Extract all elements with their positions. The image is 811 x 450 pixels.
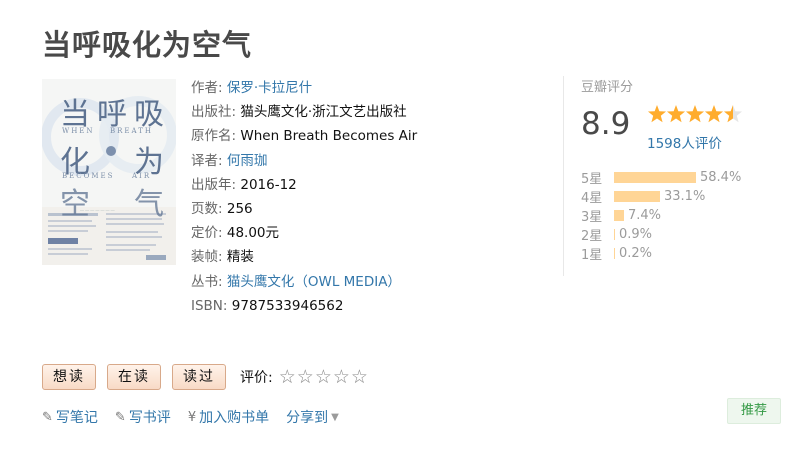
rating-panel: 豆瓣评分 8.9 1598人评价 5星 58.4% 4星 33.1% 3星 7.4% 2星 0… xyxy=(581,76,781,263)
info-value: 精装 xyxy=(226,249,254,266)
info-translator: 译者: 何雨珈 xyxy=(191,149,417,173)
rating-bar-percent: 33.1% xyxy=(664,189,706,204)
info-binding: 装帧: 精装 xyxy=(191,245,417,269)
share-label: 分享到 xyxy=(286,410,329,426)
have-read-button[interactable]: 读过 xyxy=(172,364,226,390)
write-note-label: 写笔记 xyxy=(55,410,98,426)
info-publish-year: 出版年: 2016-12 xyxy=(191,173,417,197)
rate-star-5-icon[interactable]: ☆ xyxy=(351,366,368,388)
rate-star-2-icon[interactable]: ☆ xyxy=(297,366,314,388)
add-to-cart-link[interactable]: ¥ 加入购书单 xyxy=(188,407,269,427)
info-price: 定价: 48.00元 xyxy=(191,221,417,245)
cover-title-chars: 当 呼 吸 化 为 空 气 WHEN BREATH BECOMES AIR xyxy=(42,79,176,265)
rating-bar-label: 4星 xyxy=(581,191,603,206)
write-review-link[interactable]: ✎ 写书评 xyxy=(115,407,171,427)
tool-bar: ✎ 写笔记 ✎ 写书评 ¥ 加入购书单 分享到 ▼ xyxy=(42,407,356,427)
star-icon xyxy=(704,105,724,123)
section-divider xyxy=(563,76,564,276)
info-label: ISBN: xyxy=(191,297,228,314)
pencil-icon: ✎ xyxy=(114,409,126,425)
rating-bar-row: 1星 0.2% xyxy=(581,244,741,263)
book-title: 当呼吸化为空气 xyxy=(42,28,253,62)
rating-bar xyxy=(614,248,615,259)
recommend-button[interactable]: 推荐 xyxy=(727,398,781,424)
rating-bar-percent: 58.4% xyxy=(700,170,742,185)
cover-char: 空 xyxy=(60,187,90,222)
rating-bar-label: 5星 xyxy=(581,172,603,187)
info-label: 出版社: xyxy=(191,104,237,121)
rating-stars-icon xyxy=(647,105,743,123)
rating-bar xyxy=(614,229,615,240)
rating-bar-row: 5星 58.4% xyxy=(581,168,741,187)
info-label: 页数: xyxy=(191,201,223,218)
rate-label: 评价: xyxy=(240,370,273,386)
info-value: When Breath Becomes Air xyxy=(240,128,418,145)
cover-english-breath: BREATH xyxy=(110,127,153,135)
star-icon xyxy=(685,105,705,123)
rating-bar-percent: 0.2% xyxy=(619,246,653,261)
rate-star-4-icon[interactable]: ☆ xyxy=(333,366,350,388)
info-label: 出版年: xyxy=(191,176,237,193)
info-label: 译者: xyxy=(191,152,223,169)
write-note-link[interactable]: ✎ 写笔记 xyxy=(42,407,98,427)
rating-bar-label: 2星 xyxy=(581,229,603,244)
info-label: 丛书: xyxy=(191,273,223,290)
info-pages: 页数: 256 xyxy=(191,197,417,221)
info-value: 9787533946562 xyxy=(231,297,344,314)
cover-english-when: WHEN xyxy=(62,127,95,135)
rating-bar-label: 1星 xyxy=(581,248,603,263)
info-value: 2016-12 xyxy=(240,176,297,193)
info-label: 定价: xyxy=(191,225,223,242)
star-icon xyxy=(647,105,667,123)
translator-link[interactable]: 何雨珈 xyxy=(227,153,268,169)
rating-bar-percent: 0.9% xyxy=(619,227,653,242)
cover-english-becomes: BECOMES xyxy=(62,172,115,180)
info-label: 作者: xyxy=(191,80,223,96)
info-series: 丛书: 猫头鹰文化（OWL MEDIA） xyxy=(191,270,417,294)
rating-score: 8.9 xyxy=(581,106,631,142)
rating-bar-row: 2星 0.9% xyxy=(581,225,741,244)
book-info: 作者: 保罗·卡拉尼什 出版社: 猫头鹰文化·浙江文艺出版社 原作名: When… xyxy=(191,76,417,318)
rating-distribution: 5星 58.4% 4星 33.1% 3星 7.4% 2星 0.9% 1星 0.2% xyxy=(581,168,741,263)
rate-star-3-icon[interactable]: ☆ xyxy=(315,366,332,388)
write-review-label: 写书评 xyxy=(128,410,171,426)
rating-label: 豆瓣评分 xyxy=(581,80,634,95)
book-cover-image[interactable]: — — — — — — — 当 呼 吸 化 为 空 气 WHEN BREATH … xyxy=(42,79,176,265)
star-icon xyxy=(723,105,743,123)
info-value: 48.00元 xyxy=(226,225,280,242)
rating-bar xyxy=(614,191,660,202)
rating-bar-percent: 7.4% xyxy=(628,208,662,223)
info-value: 256 xyxy=(226,201,253,218)
info-publisher: 出版社: 猫头鹰文化·浙江文艺出版社 xyxy=(191,100,417,124)
cover-english-air: AIR xyxy=(132,172,152,180)
add-to-cart-label: 加入购书单 xyxy=(199,410,270,426)
info-label: 原作名: xyxy=(191,128,237,145)
info-label: 装帧: xyxy=(191,249,223,266)
info-original-title: 原作名: When Breath Becomes Air xyxy=(191,124,417,148)
rating-bar xyxy=(614,210,624,221)
pencil-icon: ✎ xyxy=(42,409,53,425)
rating-bar-row: 3星 7.4% xyxy=(581,206,741,225)
rating-count-link[interactable]: 1598人评价 xyxy=(647,132,722,152)
info-value: 猫头鹰文化·浙江文艺出版社 xyxy=(240,104,407,121)
reading-button[interactable]: 在读 xyxy=(107,364,161,390)
chevron-down-icon: ▼ xyxy=(331,411,339,423)
share-dropdown[interactable]: 分享到 ▼ xyxy=(286,407,339,427)
rating-bar xyxy=(614,172,696,183)
rate-star-1-icon[interactable]: ☆ xyxy=(279,366,296,388)
action-bar: 想读 在读 读过 评价: ☆ ☆ ☆ ☆ ☆ xyxy=(42,364,369,390)
yen-icon: ¥ xyxy=(187,409,197,425)
author-link[interactable]: 保罗·卡拉尼什 xyxy=(227,80,312,96)
want-to-read-button[interactable]: 想读 xyxy=(42,364,96,390)
rating-bar-row: 4星 33.1% xyxy=(581,187,741,206)
series-link[interactable]: 猫头鹰文化（OWL MEDIA） xyxy=(227,274,401,290)
cover-char: 气 xyxy=(134,187,164,222)
info-isbn: ISBN: 9787533946562 xyxy=(191,294,417,318)
star-icon xyxy=(666,105,686,123)
info-author: 作者: 保罗·卡拉尼什 xyxy=(191,76,417,100)
rating-bar-label: 3星 xyxy=(581,210,603,225)
